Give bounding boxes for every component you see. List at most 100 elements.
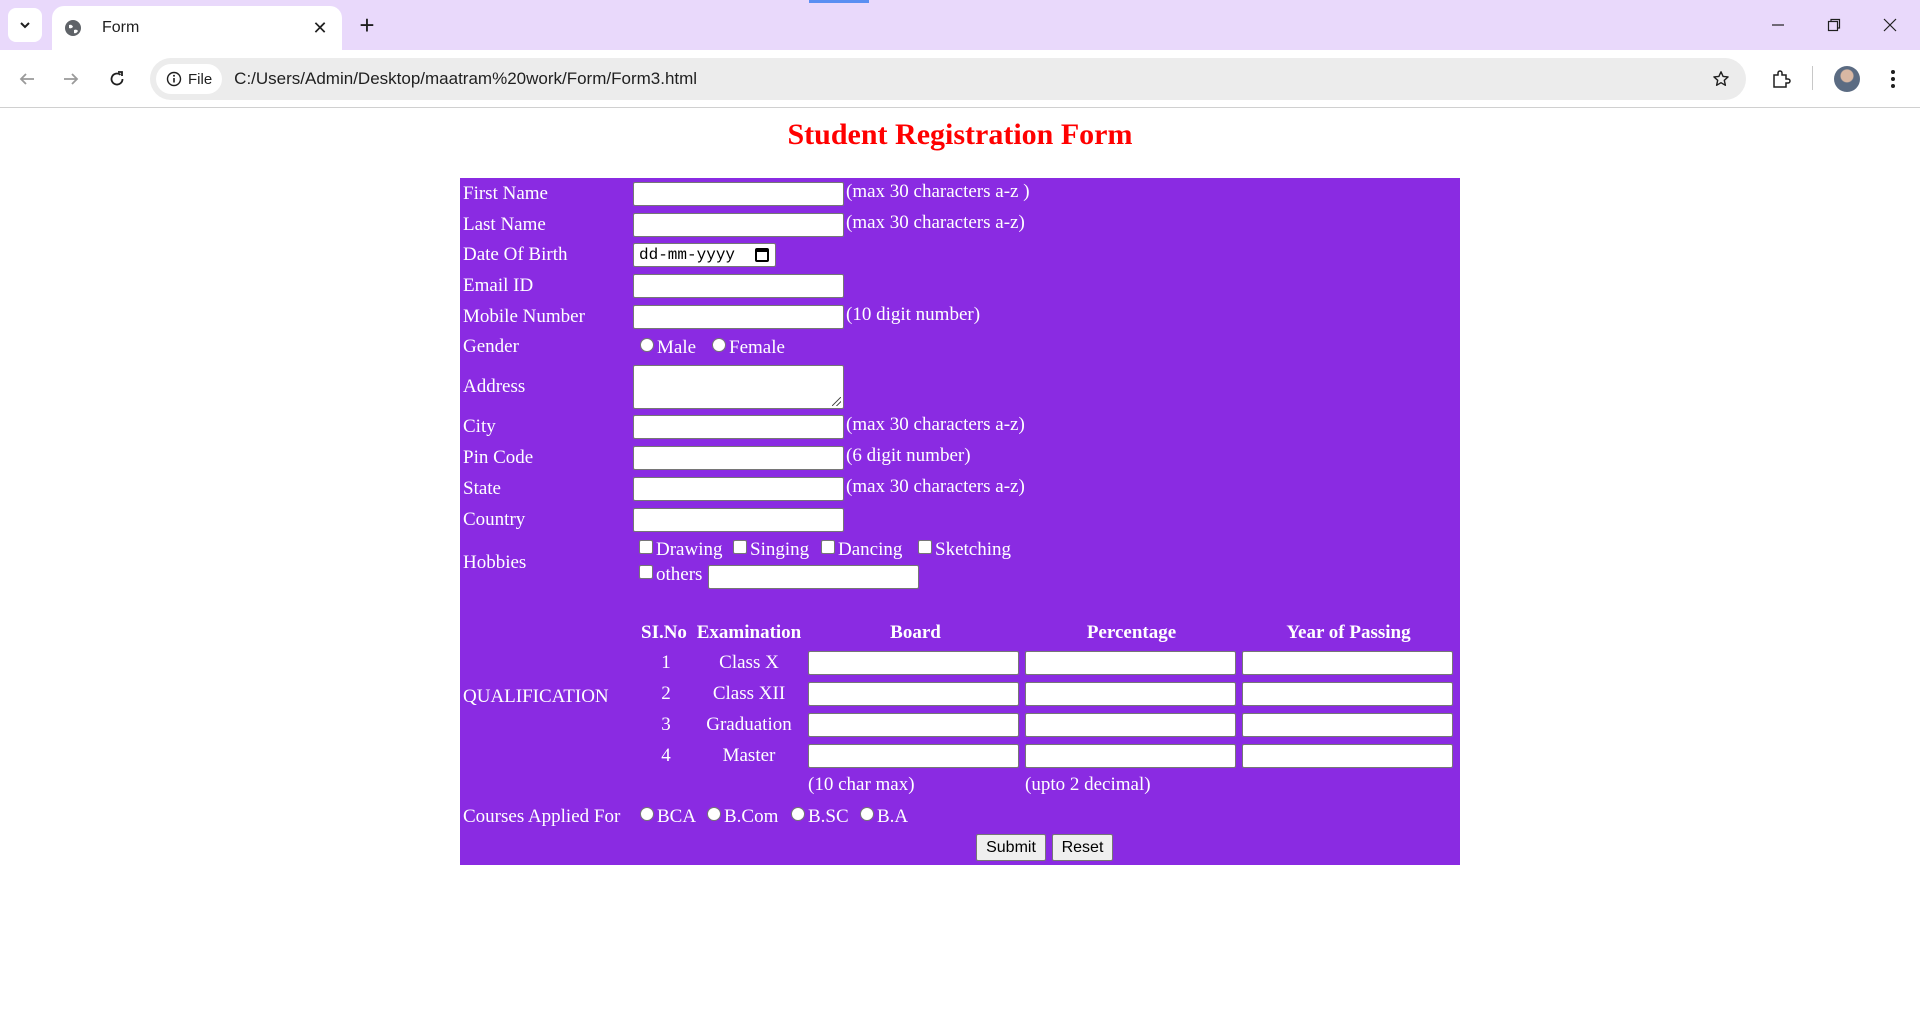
hobby-label: Sketching <box>935 539 1011 560</box>
window-close-icon <box>1883 18 1897 32</box>
state-input[interactable] <box>633 477 844 501</box>
checkbox[interactable] <box>918 540 932 554</box>
info-icon <box>166 71 182 87</box>
new-tab-button[interactable]: + <box>352 10 382 40</box>
checkbox[interactable] <box>639 540 653 554</box>
hobby-sketching[interactable]: Sketching <box>918 539 1011 561</box>
city-label: City <box>463 416 496 437</box>
radio-button[interactable] <box>640 338 654 352</box>
hobbies-label: Hobbies <box>463 552 527 573</box>
chevron-down-icon <box>20 22 30 29</box>
hobby-label: Drawing <box>656 539 723 560</box>
board-input[interactable] <box>808 682 1019 706</box>
extensions-button[interactable] <box>1764 62 1798 96</box>
qualification-row-exam: Class X <box>719 652 779 673</box>
minimize-icon <box>1772 24 1784 26</box>
course-option-bca[interactable]: BCA <box>640 806 696 828</box>
country-label: Country <box>463 509 526 530</box>
tab-title: Form <box>102 19 140 36</box>
submit-button[interactable]: Submit <box>976 834 1046 861</box>
hobby-label: Singing <box>750 539 810 560</box>
mobile-input[interactable] <box>633 305 844 329</box>
city-input[interactable] <box>633 415 844 439</box>
percentage-input[interactable] <box>1025 713 1236 737</box>
site-info-label: File <box>188 70 213 88</box>
calendar-icon[interactable] <box>755 248 769 262</box>
address-textarea[interactable] <box>633 365 844 409</box>
minimize-button[interactable] <box>1750 0 1806 50</box>
year-input[interactable] <box>1242 682 1453 706</box>
year-input[interactable] <box>1242 744 1453 768</box>
hobby-dancing[interactable]: Dancing <box>821 539 902 561</box>
url-text[interactable]: C:/Users/Admin/Desktop/maatram%20work/Fo… <box>234 69 1704 89</box>
year-input[interactable] <box>1242 651 1453 675</box>
board-hint: (10 char max) <box>808 774 915 795</box>
pincode-label: Pin Code <box>463 447 534 468</box>
course-option-bsc[interactable]: B.SC <box>791 806 849 828</box>
dob-input[interactable]: dd-mm-yyyy <box>633 243 776 267</box>
resize-handle-icon[interactable] <box>832 397 841 406</box>
active-tab[interactable]: Form ✕ <box>52 6 342 50</box>
star-icon <box>1713 71 1729 86</box>
city-hint: (max 30 characters a-z) <box>846 414 1025 435</box>
country-input[interactable] <box>633 508 844 532</box>
last-name-input[interactable] <box>633 213 844 237</box>
site-info-chip[interactable]: File <box>156 64 223 94</box>
checkbox[interactable] <box>821 540 835 554</box>
extensions-icon <box>1773 70 1791 88</box>
percentage-hint: (upto 2 decimal) <box>1025 774 1151 795</box>
last-name-label: Last Name <box>463 214 546 235</box>
qualification-header-examination: Examination <box>696 622 802 643</box>
forward-icon <box>64 73 79 85</box>
pincode-input[interactable] <box>633 446 844 470</box>
dob-label: Date Of Birth <box>463 244 568 265</box>
reset-button[interactable]: Reset <box>1052 834 1113 861</box>
board-input[interactable] <box>808 651 1019 675</box>
percentage-input[interactable] <box>1025 682 1236 706</box>
board-input[interactable] <box>808 713 1019 737</box>
checkbox[interactable] <box>639 565 653 579</box>
course-option-ba[interactable]: B.A <box>860 806 908 828</box>
hobby-others-input[interactable] <box>708 565 919 589</box>
year-input[interactable] <box>1242 713 1453 737</box>
email-input[interactable] <box>633 274 844 298</box>
course-option-bcom[interactable]: B.Com <box>707 806 778 828</box>
radio-button[interactable] <box>712 338 726 352</box>
gender-option-female[interactable]: Female <box>712 337 785 359</box>
close-icon[interactable]: ✕ <box>310 18 330 38</box>
restore-button[interactable] <box>1806 0 1862 50</box>
board-input[interactable] <box>808 744 1019 768</box>
bookmark-button[interactable] <box>1704 62 1738 96</box>
tab-search-button[interactable] <box>8 8 42 42</box>
menu-button[interactable] <box>1876 62 1910 96</box>
profile-button[interactable] <box>1830 62 1864 96</box>
gender-option-label: Male <box>657 337 697 358</box>
qualification-row-exam: Graduation <box>706 714 792 735</box>
percentage-input[interactable] <box>1025 651 1236 675</box>
avatar <box>1834 66 1860 92</box>
radio-button[interactable] <box>860 807 874 821</box>
qualification-header-sino: SI.No <box>641 622 687 643</box>
percentage-input[interactable] <box>1025 744 1236 768</box>
gender-label: Gender <box>463 336 519 357</box>
back-icon <box>19 73 34 85</box>
radio-button[interactable] <box>707 807 721 821</box>
first-name-input[interactable] <box>633 182 844 206</box>
hobby-singing[interactable]: Singing <box>733 539 809 561</box>
hobby-others[interactable]: others <box>639 564 702 586</box>
address-bar[interactable]: File C:/Users/Admin/Desktop/maatram%20wo… <box>150 58 1746 100</box>
mobile-label: Mobile Number <box>463 306 585 327</box>
qualification-row-exam: Class XII <box>712 683 786 704</box>
last-name-hint: (max 30 characters a-z) <box>846 212 1025 233</box>
qualification-row-no: 4 <box>661 745 671 766</box>
back-button[interactable] <box>10 62 44 96</box>
reload-button[interactable] <box>100 62 134 96</box>
radio-button[interactable] <box>640 807 654 821</box>
hobby-drawing[interactable]: Drawing <box>639 539 722 561</box>
radio-button[interactable] <box>791 807 805 821</box>
hobby-label: others <box>656 564 703 585</box>
checkbox[interactable] <box>733 540 747 554</box>
window-close-button[interactable] <box>1862 0 1918 50</box>
forward-button[interactable] <box>54 62 88 96</box>
gender-option-male[interactable]: Male <box>640 337 696 359</box>
